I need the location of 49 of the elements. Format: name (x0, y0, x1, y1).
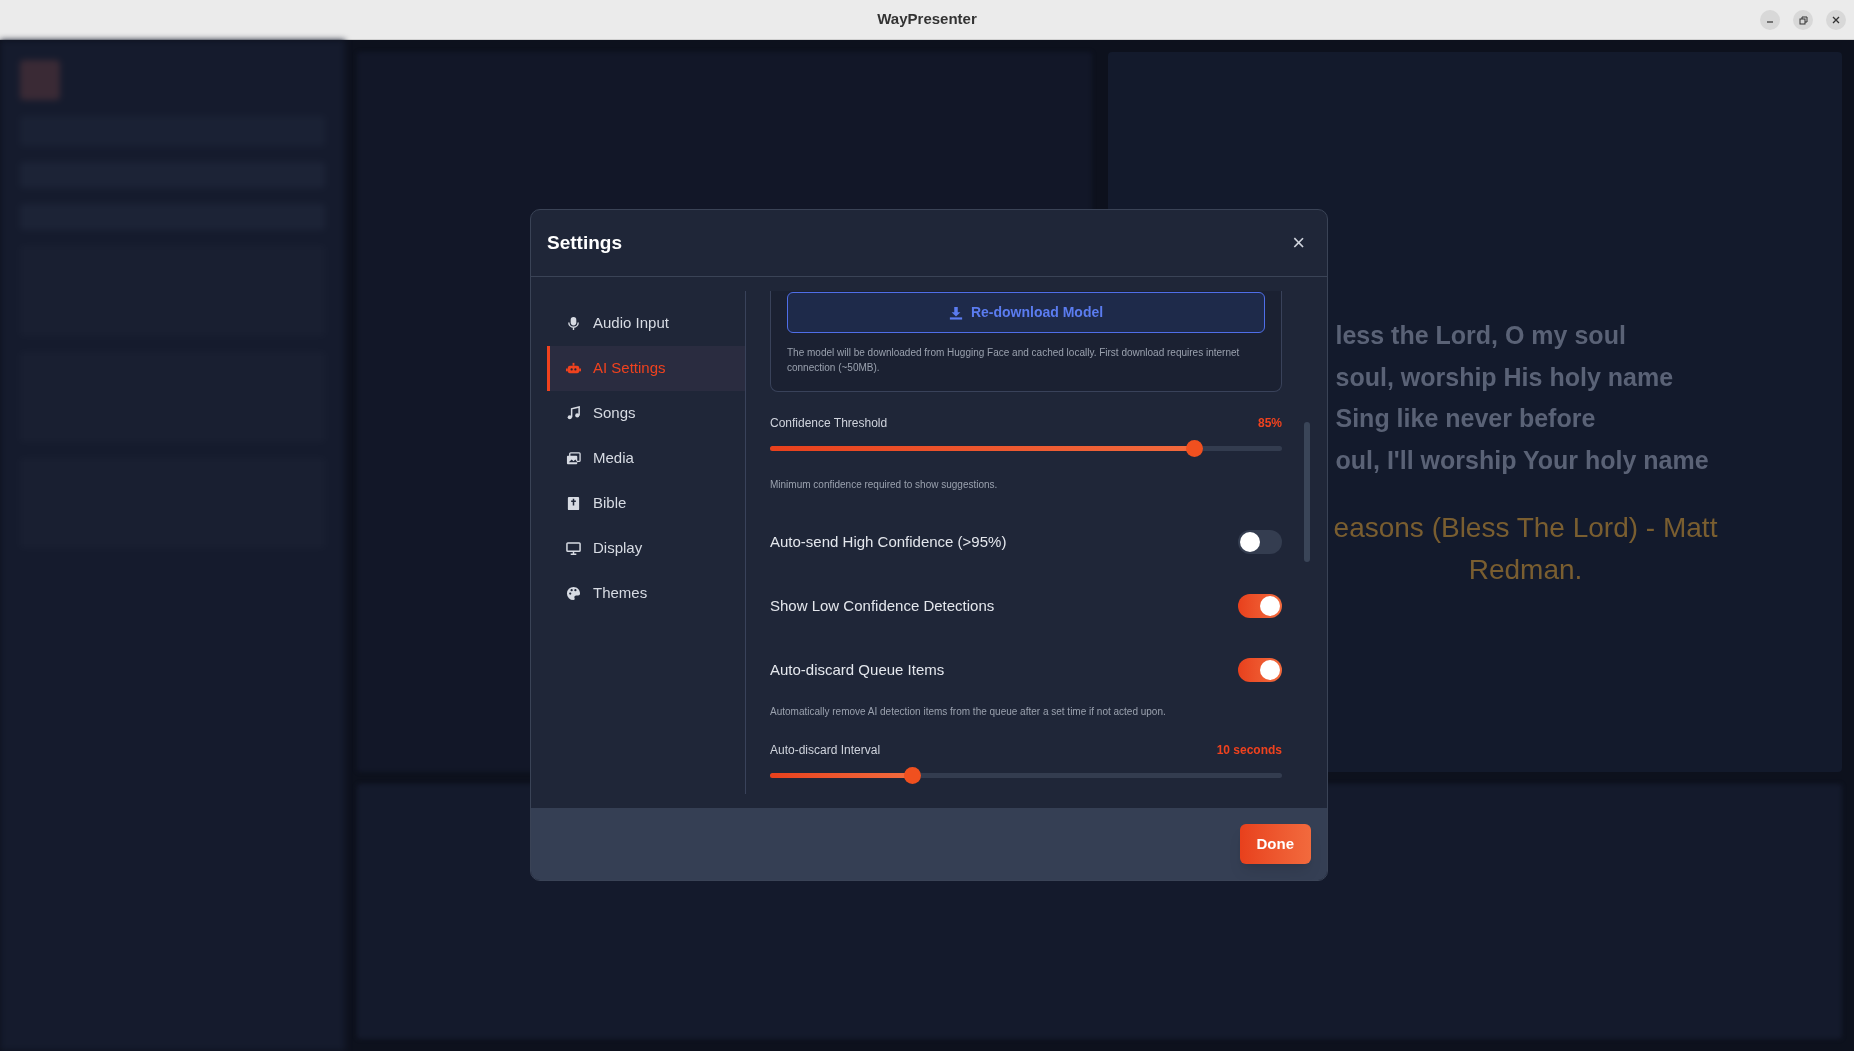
close-icon (1832, 16, 1840, 24)
toggle-switch[interactable] (1238, 658, 1282, 682)
setting-label: Auto-send High Confidence (>95%) (770, 531, 1007, 552)
restore-icon (1798, 15, 1808, 25)
slider-track[interactable] (770, 440, 1282, 457)
restore-button[interactable] (1793, 10, 1813, 30)
done-button[interactable]: Done (1239, 824, 1311, 864)
scrollbar[interactable] (1304, 422, 1310, 562)
setting-value: 10 seconds (1216, 742, 1282, 759)
toggle-switch[interactable] (1238, 530, 1282, 554)
monitor-icon (566, 541, 581, 556)
robot-icon (566, 361, 581, 376)
settings-nav-item[interactable]: Audio Input (547, 301, 745, 346)
setting-hint: Automatically remove AI detection items from the queue after a set time if not acted upon. (770, 705, 1167, 719)
setting-value: 85% (1257, 415, 1282, 432)
settings-nav-item[interactable]: Media (547, 436, 745, 481)
slider-thumb[interactable] (1185, 440, 1203, 457)
lyric-line: oul, I'll worship Your holy name (1335, 444, 1709, 476)
lyric-line: Sing like never before (1335, 403, 1596, 434)
settings-nav-item[interactable]: Display (547, 526, 745, 571)
book-icon (566, 496, 581, 511)
dialog-title: Settings (547, 230, 622, 255)
song-title: easons (Bless The Lord) - Matt (1333, 511, 1718, 545)
settings-nav-item[interactable]: Themes (547, 571, 745, 616)
window-title: WayPresenter (877, 9, 977, 30)
images-icon (566, 451, 581, 466)
model-note: The model will be downloaded from Hugging Face and cached locally. First download requires internet connection (~50MB). (787, 346, 1241, 375)
lyric-line: soul, worship His holy name (1335, 361, 1674, 393)
microphone-icon (566, 316, 581, 331)
settings-nav-item[interactable]: Songs (547, 391, 745, 436)
slider-track[interactable] (770, 767, 1282, 784)
lyric-line: less the Lord, O my soul (1335, 320, 1626, 351)
settings-nav-item[interactable]: Bible (547, 481, 745, 526)
music-note-icon (566, 406, 581, 421)
setting-hint: Minimum confidence required to show suggestions. (770, 478, 999, 492)
setting-label: Auto-discard Interval (770, 742, 881, 759)
setting-label: Auto-discard Queue Items (770, 659, 945, 680)
palette-icon (566, 586, 581, 601)
settings-nav-item[interactable]: AI Settings (547, 346, 745, 391)
setting-label: Show Low Confidence Detections (770, 595, 995, 616)
setting-label: Confidence Threshold (770, 415, 888, 432)
close-button[interactable] (1826, 10, 1846, 30)
song-title: Redman. (1468, 553, 1583, 587)
close-button[interactable]: × (1286, 232, 1311, 254)
slider-thumb[interactable] (903, 767, 921, 784)
download-icon (948, 305, 963, 320)
toggle-switch[interactable] (1238, 594, 1282, 618)
minimize-button[interactable] (1760, 10, 1780, 30)
redownload-button[interactable]: Re-download Model (787, 292, 1265, 333)
